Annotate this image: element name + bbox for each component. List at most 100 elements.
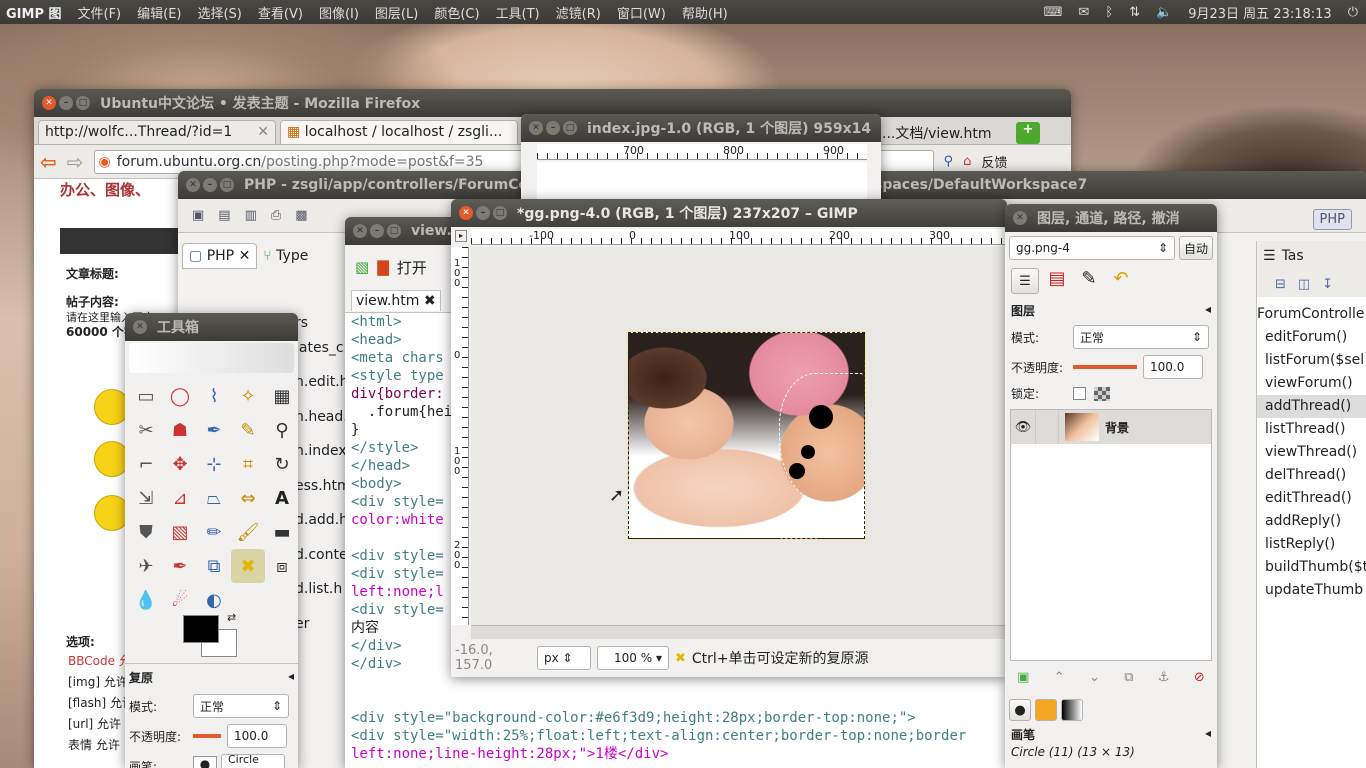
outline-item[interactable]: listThread()	[1257, 418, 1366, 441]
outline-item[interactable]: editThread()	[1257, 487, 1366, 510]
auto-button[interactable]: 自动	[1179, 236, 1213, 260]
outline-item[interactable]: listReply()	[1257, 533, 1366, 556]
close-icon[interactable]: ✕	[42, 96, 56, 110]
outline-item[interactable]: listForum($sel	[1257, 349, 1366, 372]
brushes-tab-icon[interactable]: ●	[1009, 699, 1031, 721]
maximize-icon[interactable]: □	[220, 178, 234, 192]
lasso-icon[interactable]: ⌇	[197, 379, 231, 413]
outline-item[interactable]: addThread()	[1257, 395, 1366, 418]
layer-row[interactable]: 👁 背景	[1011, 410, 1211, 444]
color-select-icon[interactable]: ▦	[265, 379, 298, 413]
maximize-icon[interactable]: □	[387, 224, 401, 238]
perspective-clone-icon[interactable]: ⧈	[265, 549, 298, 583]
zoom-select[interactable]: 100 % ▾	[597, 646, 669, 670]
foreground-color[interactable]	[183, 615, 219, 643]
maximize-icon[interactable]: □	[563, 121, 577, 135]
foreground-select-icon[interactable]: ☗	[163, 413, 197, 447]
color-picker-icon[interactable]: ✎	[231, 413, 265, 447]
browser-tab[interactable]: ...文档/view.htm	[882, 120, 1002, 144]
layer-opacity-field[interactable]: 100.0	[1143, 355, 1203, 379]
crop-icon[interactable]: ⌗	[231, 447, 265, 481]
browser-tab[interactable]: ▦ localhost / localhost / zsgli...	[280, 120, 518, 144]
delete-layer-icon[interactable]: ⊘	[1194, 670, 1205, 685]
close-tab-icon[interactable]: ✕	[257, 124, 269, 141]
visibility-eye-icon[interactable]: 👁	[1011, 420, 1035, 435]
airbrush-icon[interactable]: ✈	[129, 549, 163, 583]
close-icon[interactable]: ✕	[353, 224, 367, 238]
close-tab-icon[interactable]: ✕	[239, 248, 251, 264]
outline-item[interactable]: editForum()	[1257, 326, 1366, 349]
save-all-icon[interactable]: ▥	[245, 208, 257, 223]
zoom-icon[interactable]: ⚲	[265, 413, 298, 447]
menu-item[interactable]: 滤镜(R)	[548, 7, 609, 22]
swap-colors-icon[interactable]: ⇄	[227, 611, 236, 624]
clock[interactable]: 9月23日 周五 23:18:13	[1180, 3, 1339, 22]
minimize-icon[interactable]: –	[59, 96, 73, 110]
new-tab-button[interactable]: +	[1016, 122, 1040, 144]
forward-icon[interactable]: ⇨	[67, 150, 84, 174]
menu-toggle-icon[interactable]: ▸	[455, 230, 467, 242]
align-icon[interactable]: ⊹	[197, 447, 231, 481]
hide-fields-icon[interactable]: ◫	[1298, 277, 1310, 292]
perspective-php[interactable]: PHP	[1312, 209, 1352, 230]
minimize-icon[interactable]: –	[203, 178, 217, 192]
menu-arrow-icon[interactable]: ◂	[1205, 302, 1211, 319]
editor-tab[interactable]: view.htm ✖	[351, 290, 441, 311]
outline-item[interactable]: ForumControlle	[1257, 303, 1366, 326]
volume-icon[interactable]: 🔈	[1148, 5, 1180, 20]
new-php-icon[interactable]: ▩	[295, 208, 307, 223]
layer-mode-select[interactable]: 正常 ⇕	[1073, 325, 1209, 349]
new-layer-icon[interactable]: ▣	[1017, 670, 1029, 685]
lock-alpha-icon[interactable]	[1094, 386, 1110, 401]
opacity-slider[interactable]	[193, 734, 221, 738]
paths-tab-icon[interactable]: ✎	[1075, 268, 1103, 294]
wilber-drop-area[interactable]	[129, 343, 294, 373]
move-icon[interactable]: ✥	[163, 447, 197, 481]
unit-select[interactable]: px ⇕	[537, 646, 591, 670]
home-icon[interactable]: ⌂	[963, 154, 971, 169]
menu-item[interactable]: 图像(I)	[311, 7, 367, 22]
tab-type[interactable]: ⑂ Type	[263, 248, 308, 264]
brush-select[interactable]: Circle (11)	[221, 753, 285, 768]
ink-icon[interactable]: ✒	[163, 549, 197, 583]
shear-icon[interactable]: ⊿	[163, 481, 197, 515]
scale-icon[interactable]: ⇲	[129, 481, 163, 515]
rect-select-icon[interactable]: ▭	[129, 379, 163, 413]
eraser-icon[interactable]: ▬	[265, 515, 298, 549]
mode-select[interactable]: 正常 ⇕	[193, 694, 289, 718]
outline-item[interactable]: addReply()	[1257, 510, 1366, 533]
maximize-icon[interactable]: □	[76, 96, 90, 110]
menu-arrow-icon[interactable]: ◂	[1205, 726, 1211, 743]
layers-tab-icon[interactable]: ☰	[1011, 268, 1039, 294]
feedback-button[interactable]: 反馈	[981, 152, 1007, 171]
browser-tab[interactable]: http://wolfc...Thread/?id=1 ✕	[38, 120, 276, 144]
tab-php[interactable]: ▢ PHP ✕	[182, 243, 258, 269]
lock-pixels-checkbox[interactable]	[1073, 387, 1086, 400]
keyboard-icon[interactable]: ⌨	[1036, 5, 1071, 20]
patterns-tab-icon[interactable]	[1035, 699, 1057, 721]
outline-item[interactable]: viewThread()	[1257, 441, 1366, 464]
gradients-tab-icon[interactable]	[1061, 699, 1083, 721]
app-name[interactable]: GIMP 图	[0, 3, 70, 22]
minimize-icon[interactable]: –	[546, 121, 560, 135]
raise-layer-icon[interactable]: ⌃	[1054, 670, 1065, 685]
menu-item[interactable]: 选择(S)	[189, 7, 249, 22]
tasks-icon[interactable]: ☰	[1263, 248, 1276, 264]
close-icon[interactable]: ✕	[1013, 211, 1027, 225]
flip-icon[interactable]: ⇔	[231, 481, 265, 515]
chain-icon[interactable]	[1035, 410, 1059, 444]
paintbrush-icon[interactable]: 🖌	[231, 515, 265, 549]
close-icon[interactable]: ✕	[133, 320, 147, 334]
new-icon[interactable]: ▣	[192, 208, 204, 223]
close-tab-icon[interactable]: ✖	[424, 293, 436, 309]
image-select[interactable]: gg.png-4 ⇕	[1009, 236, 1175, 260]
menu-item[interactable]: 窗口(W)	[609, 7, 674, 22]
bucket-fill-icon[interactable]: ⛊	[129, 515, 163, 549]
open-button[interactable]: 打开	[397, 257, 427, 278]
outline-item[interactable]: viewForum()	[1257, 372, 1366, 395]
measure-icon[interactable]: ⌐	[129, 447, 163, 481]
dodge-burn-icon[interactable]: ◐	[197, 583, 231, 617]
mail-icon[interactable]: ✉	[1070, 5, 1097, 20]
canvas[interactable]: ➚	[471, 247, 1005, 625]
channels-tab-icon[interactable]: ▤	[1043, 268, 1071, 294]
